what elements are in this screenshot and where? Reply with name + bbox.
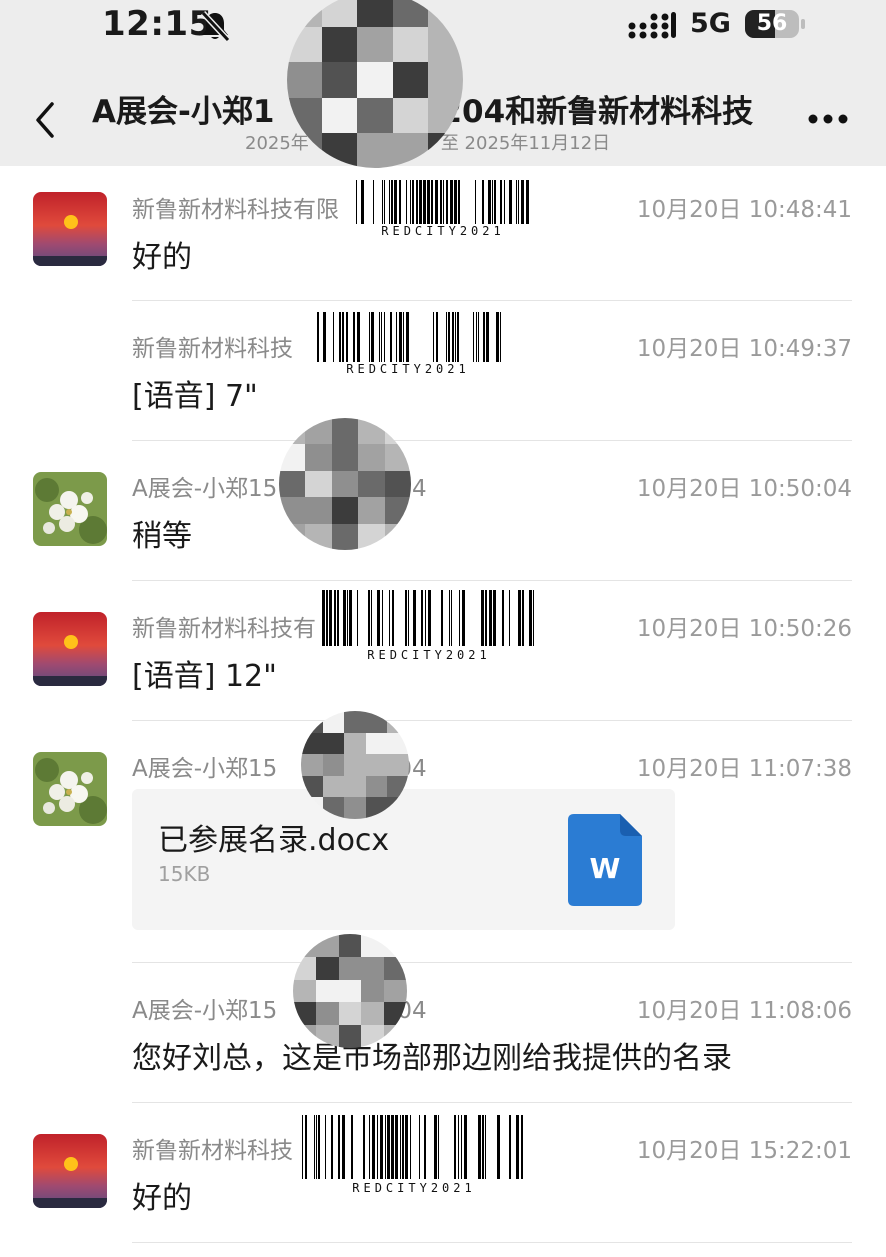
barcode-watermark: REDCITY2021 (354, 180, 532, 238)
bell-muted-icon (200, 10, 231, 42)
barcode-text: REDCITY2021 (346, 362, 470, 376)
sender-name-part1: A展会-小郑15 (132, 998, 278, 1024)
message-time: 10月20日 11:08:06 (636, 998, 852, 1024)
message-time: 10月20日 10:48:41 (636, 197, 852, 223)
avatar[interactable] (33, 472, 107, 546)
date-range-start: 2025年 (245, 133, 309, 154)
message-item[interactable]: A展会-小郑15 04 10月20日 11:08:06 您好刘总，这是市场部那边刚… (0, 963, 886, 1103)
message-text: 好的 (132, 1181, 192, 1216)
sunset-avatar-image (33, 612, 107, 686)
file-attachment-card[interactable]: 已参展名录.docx 15KB W (132, 789, 675, 930)
barcode-watermark: REDCITY2021 (312, 312, 504, 376)
back-chevron-icon[interactable] (30, 98, 60, 142)
message-text: 稍等 (132, 519, 192, 554)
sender-name-part1: A展会-小郑15 (132, 476, 278, 502)
sunset-avatar-image (33, 192, 107, 266)
sender-name: 新鲁新材料科技 (132, 1138, 293, 1164)
flower-avatar-image (33, 472, 107, 546)
signal-icon (628, 12, 676, 39)
more-options-icon[interactable] (806, 112, 850, 126)
status-time: 12:15 (102, 4, 213, 44)
voice-message[interactable]: [语音] 12" (132, 651, 277, 695)
message-time: 10月20日 11:07:38 (636, 756, 852, 782)
barcode-text: REDCITY2021 (352, 1181, 476, 1195)
privacy-mosaic (279, 418, 411, 550)
chat-title-part2: 204和新鲁新材料科技 (440, 94, 754, 130)
voice-message[interactable]: [语音] 7" (132, 371, 258, 415)
barcode-text: REDCITY2021 (381, 224, 505, 238)
message-item[interactable]: A展会-小郑15 04 10月20日 10:50:04 稍等 (0, 441, 886, 581)
sender-name: 新鲁新材料科技有限 (132, 197, 339, 223)
avatar[interactable] (33, 612, 107, 686)
avatar[interactable] (33, 1134, 107, 1208)
barcode-text: REDCITY2021 (367, 648, 491, 662)
barcode-watermark: REDCITY2021 (320, 590, 538, 662)
word-icon-letter: W (590, 852, 621, 885)
barcode-watermark: REDCITY2021 (300, 1115, 528, 1195)
message-time: 10月20日 10:50:04 (636, 476, 852, 502)
battery-level: 56 (756, 11, 788, 36)
message-time: 10月20日 15:22:01 (636, 1138, 852, 1164)
sender-name-part1: A展会-小郑15 (132, 756, 278, 782)
privacy-mosaic (301, 711, 409, 819)
message-text: 您好刘总，这是市场部那边刚给我提供的名录 (132, 1041, 732, 1076)
privacy-mosaic (293, 934, 407, 1048)
sender-name: 新鲁新材料科技有 (132, 616, 316, 642)
message-time: 10月20日 10:49:37 (636, 336, 852, 362)
avatar[interactable] (33, 752, 107, 826)
message-time: 10月20日 10:50:26 (636, 616, 852, 642)
chat-title-part1: A展会-小郑1 (92, 94, 275, 130)
sunset-avatar-image (33, 1134, 107, 1208)
battery-icon: 56 (745, 10, 807, 40)
privacy-mosaic (287, 0, 463, 168)
avatar[interactable] (33, 192, 107, 266)
network-type: 5G (690, 8, 731, 39)
message-text: 好的 (132, 240, 192, 275)
file-name: 已参展名录.docx (158, 823, 390, 858)
divider (132, 1242, 852, 1243)
flower-avatar-image (33, 752, 107, 826)
word-document-icon: W (568, 814, 642, 906)
date-range-end: 至 2025年11月12日 (440, 133, 611, 154)
sender-name: 新鲁新材料科技 (132, 336, 293, 362)
file-size: 15KB (158, 862, 211, 886)
